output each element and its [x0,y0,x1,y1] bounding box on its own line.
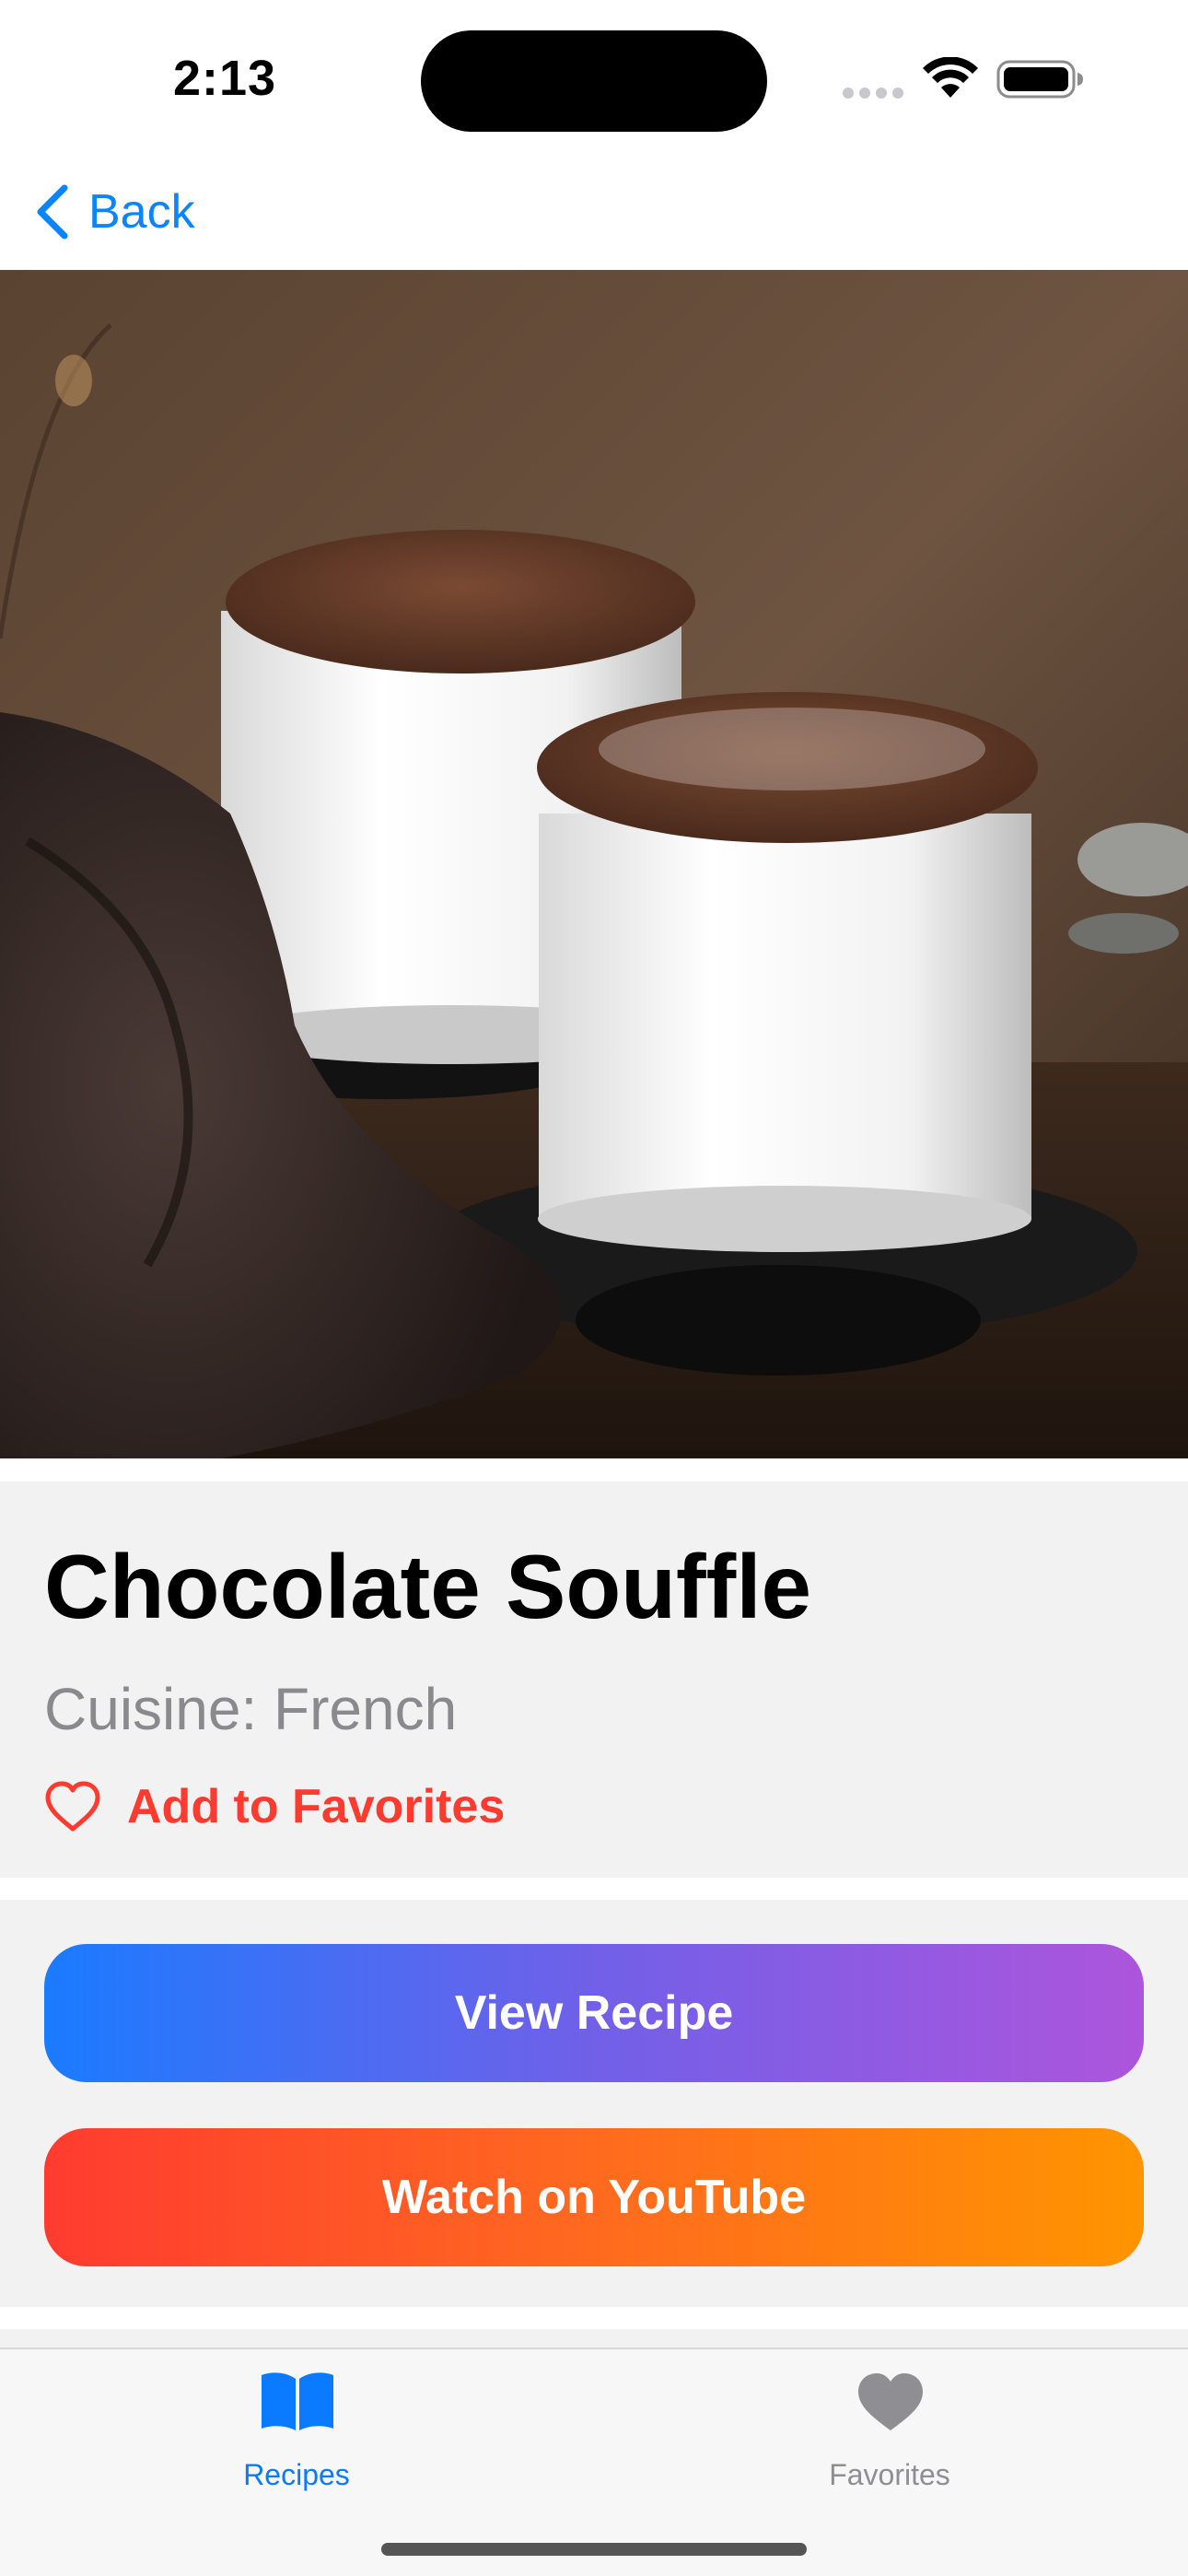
add-to-favorites-button[interactable]: Add to Favorites [44,1774,505,1839]
wifi-icon [923,57,978,98]
dynamic-island [421,30,767,132]
chevron-left-icon [37,184,68,240]
tab-recipes-label: Recipes [243,2458,350,2491]
recipe-detail-screen: 2:13 Back Chocolate Souffle Cuisine: Fre… [0,0,1188,2576]
status-time: 2:13 [173,51,277,106]
status-bar: 2:13 [0,0,1188,157]
heart-filled-icon [858,2373,923,2430]
view-recipe-label: View Recipe [454,1986,734,2040]
cellular-signal-icon [843,87,909,103]
back-label: Back [88,185,195,239]
add-to-favorites-label: Add to Favorites [127,1780,506,1833]
chocolate-souffle-photo [0,270,1188,1458]
tab-recipes[interactable]: Recipes [158,2370,435,2499]
recipe-photo [0,270,1188,1458]
back-button[interactable]: Back [31,175,195,249]
watch-youtube-button[interactable]: Watch on YouTube [44,2128,1144,2266]
view-recipe-button[interactable]: View Recipe [44,1944,1144,2082]
battery-icon [996,60,1083,99]
recipe-info-card: Chocolate Souffle Cuisine: French Add to… [0,1481,1188,1878]
actions-card: View Recipe Watch on YouTube [0,1900,1188,2307]
tab-bar: Recipes Favorites [0,2348,1188,2576]
tab-favorites-label: Favorites [829,2458,950,2491]
watch-youtube-label: Watch on YouTube [381,2171,807,2224]
book-icon [262,2372,333,2430]
cuisine-label: Cuisine: French [44,1676,458,1742]
content-divider [0,2329,1188,2348]
recipe-title: Chocolate Souffle [44,1536,812,1637]
home-indicator [381,2543,807,2556]
tab-favorites[interactable]: Favorites [751,2370,1028,2499]
heart-outline-icon [45,1781,100,1832]
